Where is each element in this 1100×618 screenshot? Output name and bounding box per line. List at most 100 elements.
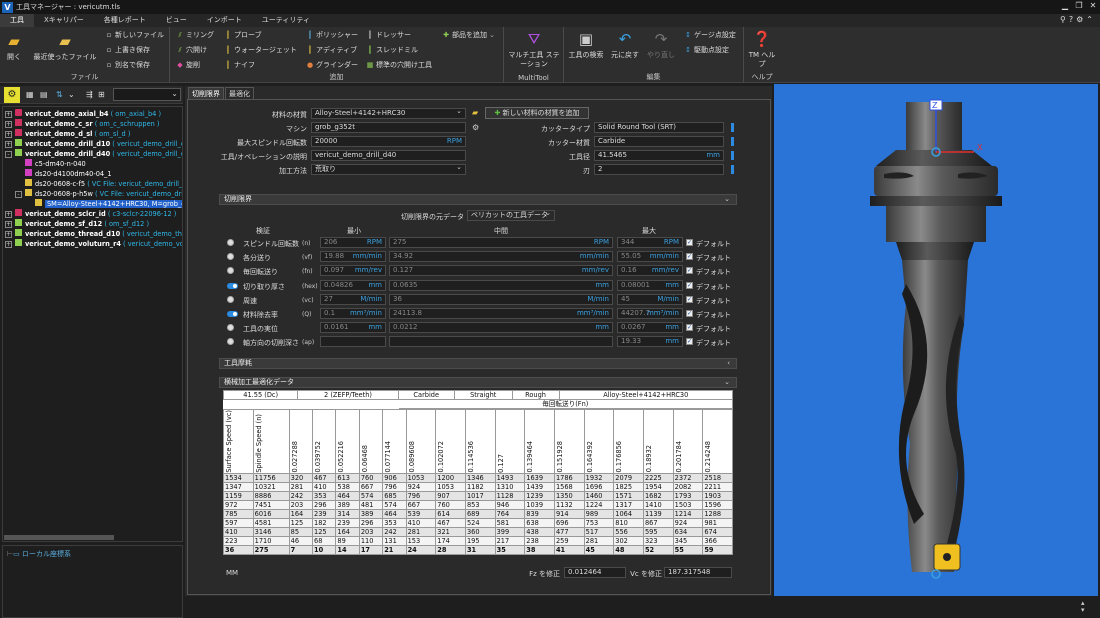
diameter-field[interactable]: 41.5465 mm <box>594 150 724 161</box>
opt-cell[interactable]: 125 <box>288 517 314 528</box>
opt-cell[interactable]: 48 <box>613 544 644 555</box>
opt-cell[interactable]: 972 <box>223 499 254 510</box>
opt-cell[interactable]: 696 <box>553 517 585 528</box>
opt-cell[interactable]: 1182 <box>464 481 496 492</box>
opt-column-header[interactable]: 0.151928 <box>553 409 585 474</box>
opt-cell[interactable]: 467 <box>435 517 466 528</box>
opt-column-header[interactable]: 0.214248 <box>702 409 733 474</box>
opt-cell[interactable]: 68 <box>312 535 337 546</box>
tab-cut-limits[interactable]: 切削限界 <box>188 87 224 99</box>
pin-icon[interactable] <box>731 151 734 160</box>
opt-cell[interactable]: 595 <box>642 526 674 537</box>
opt-cell[interactable]: 1568 <box>553 481 585 492</box>
open-button[interactable]: ▰ 開く <box>3 31 25 62</box>
opt-cell[interactable]: 2082 <box>672 481 704 492</box>
opt-cell[interactable]: 785 <box>223 508 254 519</box>
opt-cell[interactable]: 7451 <box>252 499 290 510</box>
pin-icon[interactable] <box>731 137 734 146</box>
opt-cell[interactable]: 796 <box>405 490 437 501</box>
opt-cell[interactable]: 125 <box>312 526 337 537</box>
opt-cell[interactable]: 353 <box>382 517 407 528</box>
optimization-data-section-header[interactable]: 横械加工最適化データ ⌄ <box>219 377 737 388</box>
thread-mill-button[interactable]: ┃ スレッドミル <box>366 45 418 55</box>
tree-item[interactable]: + vericut_demo_voluturn_r4 ( vericut_demo… <box>5 239 182 249</box>
add-material-button[interactable]: ✚ 新しい材料の材質を追加 <box>485 107 589 119</box>
cut-limits-section-header[interactable]: 切削限界 ⌄ <box>219 194 737 205</box>
new-file-button[interactable]: ▫ 新しいファイル <box>105 30 164 40</box>
opt-cell[interactable]: 1493 <box>494 472 526 483</box>
limit-min-field[interactable]: 0.0161 mm <box>320 322 386 334</box>
limit-min-field[interactable] <box>320 336 386 348</box>
opt-cell[interactable]: 7 <box>288 544 314 555</box>
opt-cell[interactable]: 203 <box>288 499 314 510</box>
opt-cell[interactable]: 320 <box>288 472 314 483</box>
limit-max-field[interactable]: 344 RPM <box>617 237 683 248</box>
opt-cell[interactable]: 360 <box>464 526 496 537</box>
default-checkbox[interactable]: ✓ <box>686 338 693 346</box>
close-button[interactable]: ✕ <box>1086 1 1100 13</box>
opt-cell[interactable]: 14 <box>335 544 360 555</box>
local-coord-item[interactable]: ⊢▭ ローカル座標系 <box>7 549 71 559</box>
opt-cell[interactable]: 366 <box>702 535 733 546</box>
opt-cell[interactable]: 1346 <box>464 472 496 483</box>
opt-cell[interactable]: 242 <box>288 490 314 501</box>
menu-xcaliper[interactable]: Xキャリパー <box>34 14 94 27</box>
tree-item[interactable]: - ds20-0608-p-h5w ( VC File: vericut_demo… <box>15 189 182 199</box>
expand-toggle[interactable]: - <box>15 191 22 198</box>
redo-button[interactable]: ↷ やり直し <box>644 29 678 60</box>
tool-search-button[interactable]: ▣ 工具の検索 <box>566 29 606 60</box>
opt-cell[interactable]: 281 <box>583 535 615 546</box>
menu-import[interactable]: インポート <box>197 14 252 27</box>
opt-cell[interactable]: 1039 <box>524 499 555 510</box>
opt-column-header[interactable]: 0.077144 <box>382 409 407 474</box>
max-spindle-field[interactable]: 20000 RPM <box>311 136 466 147</box>
limit-max-field[interactable]: 0.08001 mm <box>617 279 683 291</box>
tree-item[interactable]: + vericut_demo_sclcr_id ( c3-sclcr-22096-… <box>5 209 176 219</box>
fz-field[interactable]: 0.012464 <box>564 567 626 578</box>
drilling-button[interactable]: ⫽ 穴開け <box>176 45 207 55</box>
opt-cell[interactable]: 810 <box>613 517 644 528</box>
recent-files-button[interactable]: ▰ 最近使ったファイル <box>30 31 100 62</box>
machine-field[interactable]: grob_g352t <box>311 122 466 133</box>
opt-cell[interactable]: 538 <box>335 481 360 492</box>
limit-radio[interactable] <box>227 239 234 246</box>
polisher-button[interactable]: ┃ ポリッシャー <box>306 30 358 40</box>
opt-cell[interactable]: 238 <box>524 535 555 546</box>
opt-cell[interactable]: 477 <box>553 526 585 537</box>
opt-cell[interactable]: 1460 <box>583 490 615 501</box>
opt-cell[interactable]: 517 <box>583 526 615 537</box>
opt-cell[interactable]: 634 <box>672 526 704 537</box>
undo-button[interactable]: ↶ 元に戻す <box>608 29 642 60</box>
limit-min-field[interactable]: 19.88 mm/min <box>320 251 386 263</box>
waterjet-button[interactable]: ┃ ウォータージェット <box>224 45 297 55</box>
opt-cell[interactable]: 4581 <box>252 517 290 528</box>
opt-cell[interactable]: 1786 <box>553 472 585 483</box>
opt-cell[interactable]: 296 <box>312 499 337 510</box>
opt-cell[interactable]: 1053 <box>435 481 466 492</box>
material-select[interactable]: Alloy-Steel+4142+HRC30 <box>311 108 466 119</box>
save-tree-icon[interactable]: ▦ <box>26 90 34 99</box>
limit-source-select[interactable]: ベリカットの工具データ <box>467 210 555 221</box>
menu-view[interactable]: ビュー <box>156 14 197 27</box>
opt-cell[interactable]: 581 <box>494 517 526 528</box>
opt-cell[interactable]: 10 <box>312 544 337 555</box>
expand-icon[interactable]: ▤ <box>40 90 48 99</box>
opt-cell[interactable]: 217 <box>494 535 526 546</box>
opt-cell[interactable]: 35 <box>494 544 526 555</box>
tool-filter-icon[interactable]: ⚙ <box>4 87 20 103</box>
limit-mid-field[interactable]: 275 RPM <box>389 237 613 248</box>
opt-cell[interactable]: 110 <box>358 535 384 546</box>
default-checkbox[interactable]: ✓ <box>686 310 693 317</box>
tree-item[interactable]: + vericut_demo_c_sr ( om_c_schruppen ) <box>5 119 159 129</box>
tree-item[interactable]: + vericut_demo_drill_d10 ( vericut_demo_d… <box>5 139 182 149</box>
expand-toggle[interactable]: + <box>5 111 12 118</box>
opt-cell[interactable]: 399 <box>494 526 526 537</box>
opt-cell[interactable]: 1410 <box>642 499 674 510</box>
opt-cell[interactable]: 1214 <box>672 508 704 519</box>
tree-item[interactable]: c5-dm40-n-040 <box>25 159 86 169</box>
opt-cell[interactable]: 760 <box>435 499 466 510</box>
limit-min-field[interactable]: 0.097 mm/rev <box>320 265 386 277</box>
tree-item[interactable]: ds20-d4100dm40-04_1 <box>25 169 112 179</box>
opt-column-header[interactable]: 0.127 <box>494 409 526 474</box>
opt-cell[interactable]: 21 <box>382 544 407 555</box>
